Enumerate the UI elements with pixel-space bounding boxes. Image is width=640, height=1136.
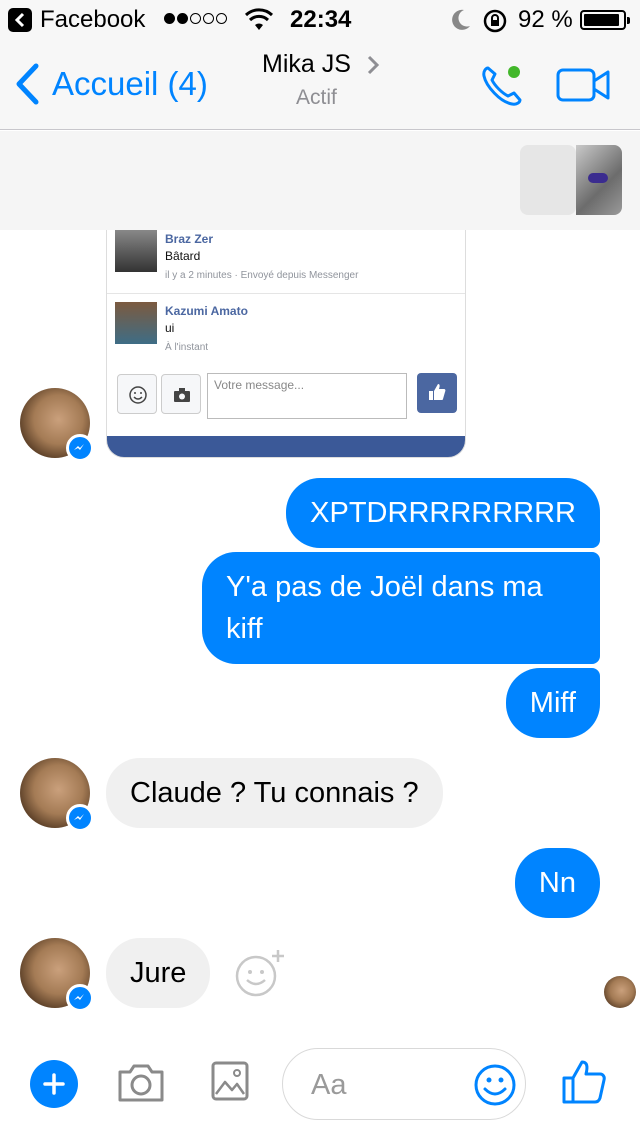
contact-name[interactable]: Mika JS (262, 50, 380, 79)
do-not-disturb-icon (452, 9, 470, 30)
media-thumbnail-placeholder[interactable] (520, 145, 576, 215)
smiley-icon (117, 374, 157, 414)
divider (107, 293, 465, 294)
commenter-name: Braz Zer (165, 232, 214, 246)
media-thumbnail-photo[interactable] (576, 145, 622, 215)
messenger-icon (66, 984, 94, 1012)
messenger-icon (66, 804, 94, 832)
messenger-conversation-screen: Facebook 22:34 92 % Accueil (4) Mika JS … (0, 0, 640, 1136)
camera-icon[interactable] (116, 1062, 166, 1104)
chevron-left-icon (16, 63, 39, 105)
avatar[interactable] (20, 388, 94, 462)
contact-status: Actif (296, 86, 337, 109)
back-to-app-icon[interactable] (8, 8, 32, 32)
conversation-header: Accueil (4) Mika JS Actif (0, 40, 640, 130)
comment-text: Bâtard (165, 249, 201, 263)
image-icon[interactable] (210, 1060, 250, 1102)
smiley-icon[interactable] (473, 1063, 517, 1107)
back-button-label[interactable]: Accueil (4) (52, 65, 208, 103)
message-input[interactable] (311, 1065, 461, 1105)
comment-text: ui (165, 321, 175, 335)
outgoing-message[interactable]: Nn (514, 848, 600, 918)
message-input-field[interactable] (282, 1048, 526, 1120)
battery-icon (580, 10, 630, 30)
outgoing-message[interactable]: Y'a pas de Joël dans ma kiff (202, 552, 600, 664)
commenter-avatar (115, 230, 157, 272)
comment-meta: il y a 2 minutes · Envoyé depuis Messeng… (165, 270, 359, 281)
incoming-message[interactable]: Claude ? Tu connais ? (106, 758, 443, 828)
avatar[interactable] (20, 938, 94, 1012)
signal-strength-icon (164, 13, 227, 24)
screenshot-nav-strip (107, 436, 465, 457)
thumbs-up-icon[interactable] (560, 1058, 608, 1106)
commenter-avatar (115, 302, 157, 344)
camera-icon (161, 374, 201, 414)
chevron-right-icon (367, 55, 380, 75)
video-camera-icon[interactable] (556, 66, 612, 104)
clock: 22:34 (290, 6, 352, 33)
screenshot-message-field: Votre message... (207, 373, 407, 419)
battery-percentage: 92 % (518, 6, 573, 33)
shared-screenshot-image[interactable]: Braz Zer Bâtard il y a 2 minutes · Envoy… (106, 230, 466, 458)
add-reaction-icon[interactable] (234, 948, 286, 1000)
plus-icon[interactable] (30, 1060, 78, 1108)
comment-meta: À l'instant (165, 342, 209, 353)
messenger-icon (66, 434, 94, 462)
outgoing-message[interactable]: XPTDRRRRRRRRR (286, 478, 600, 548)
thumbs-up-icon (417, 373, 457, 413)
battery-fill (584, 14, 619, 26)
message-composer (0, 1040, 640, 1136)
shared-media-strip (0, 131, 640, 230)
wifi-icon (244, 8, 274, 30)
commenter-name: Kazumi Amato (165, 304, 248, 318)
outgoing-message[interactable]: Miff (505, 668, 600, 738)
back-to-app-label[interactable]: Facebook (40, 6, 145, 34)
online-indicator (508, 66, 520, 78)
rotation-lock-icon (483, 9, 507, 33)
status-bar: Facebook 22:34 92 % (0, 0, 640, 40)
avatar[interactable] (20, 758, 94, 832)
back-button[interactable]: Accueil (4) (14, 62, 208, 106)
incoming-message[interactable]: Jure (106, 938, 211, 1008)
read-receipt-avatar (604, 976, 636, 1008)
contact-name-label[interactable]: Mika JS (262, 50, 351, 78)
